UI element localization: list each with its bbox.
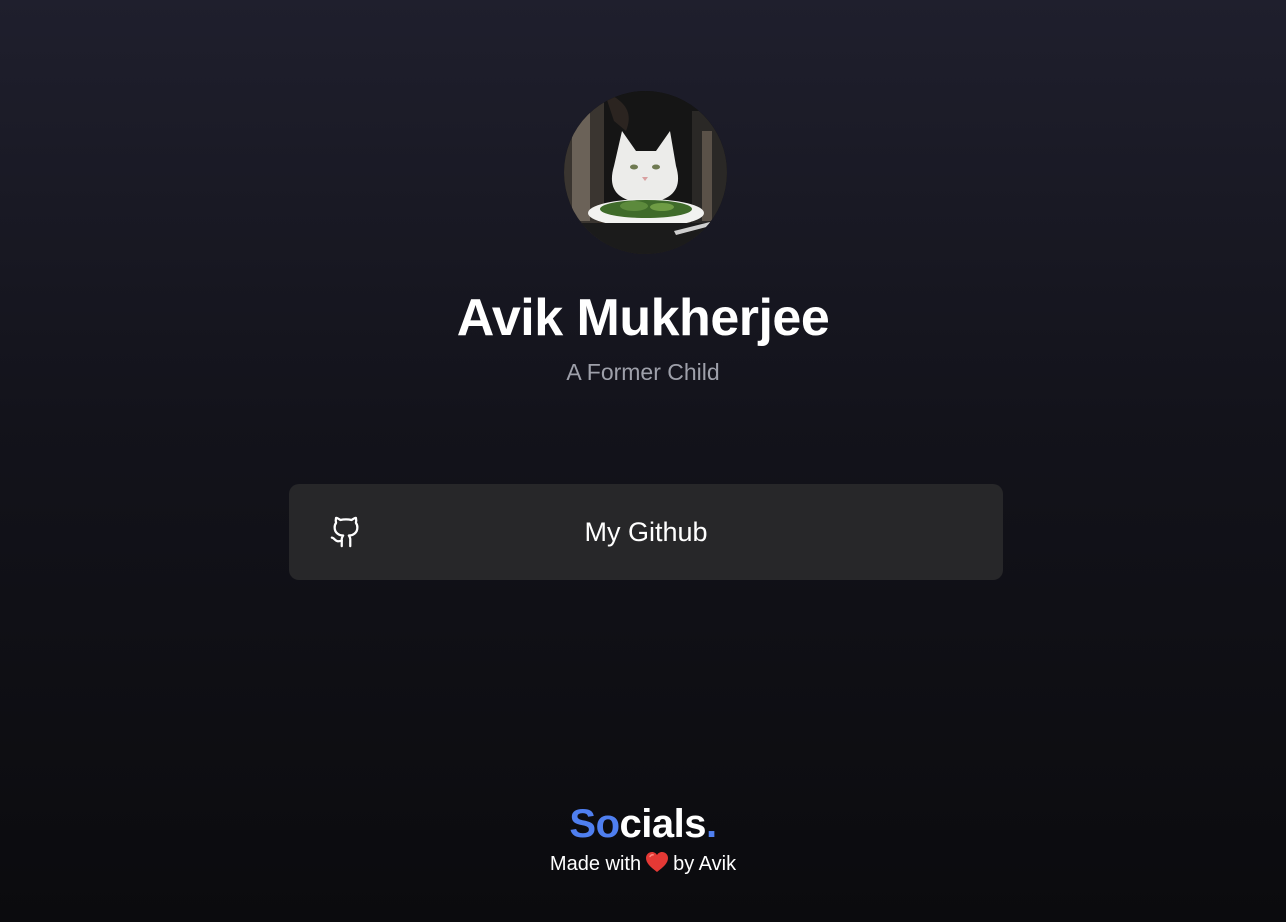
brand-accent: So [569, 802, 620, 846]
by-author-text: by Avik [673, 853, 737, 875]
heart-icon [645, 851, 669, 873]
profile-name: Avik Mukherjee [456, 289, 830, 347]
avatar-cat-image [564, 91, 727, 254]
brand-dot: . [705, 802, 717, 846]
avatar [564, 91, 727, 254]
made-with-text: Made with [549, 853, 642, 875]
footer-credit: Made with by Avik [0, 850, 1286, 878]
github-link-label: My Github [584, 517, 708, 547]
footer-brand: Socials. [0, 798, 1286, 850]
github-link-button[interactable]: My Github [289, 484, 1003, 580]
brand-rest: cials [619, 802, 707, 846]
profile-tagline: A Former Child [566, 359, 720, 385]
